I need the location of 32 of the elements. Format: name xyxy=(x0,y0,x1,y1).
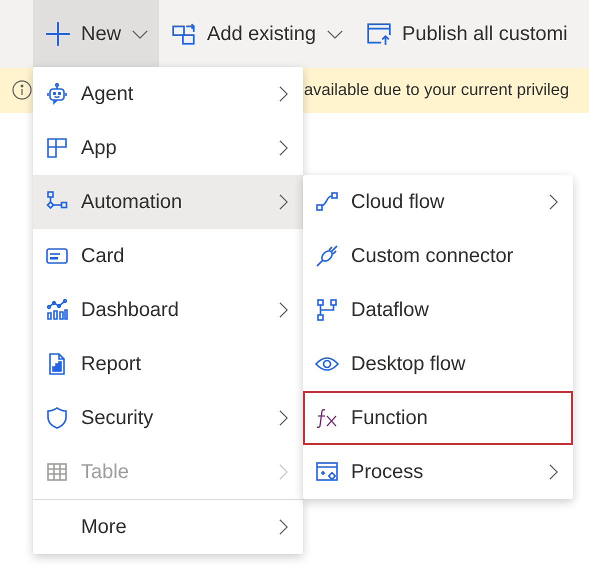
menu-item[interactable]: Report xyxy=(33,337,303,391)
dataflow-icon xyxy=(315,298,339,322)
plug-icon xyxy=(315,244,339,268)
add-existing-icon xyxy=(171,21,198,47)
menu-item[interactable]: Custom connector xyxy=(303,229,573,283)
banner-text: available due to your current privileg xyxy=(304,81,570,100)
menu-item[interactable]: Automation xyxy=(33,175,303,229)
chart-icon xyxy=(45,298,69,322)
toolbar-button[interactable]: Add existing xyxy=(159,0,354,68)
toolbar-button[interactable]: Publish all customi xyxy=(354,0,578,68)
table-icon xyxy=(45,460,69,484)
publish-icon xyxy=(366,21,392,47)
robot-icon xyxy=(45,82,69,106)
info-icon xyxy=(12,80,32,100)
plus-icon xyxy=(45,21,71,47)
flow-icon xyxy=(315,190,339,214)
settings-window-icon xyxy=(315,460,339,484)
menu-item[interactable]: Function xyxy=(303,391,573,445)
menu-item[interactable]: Process xyxy=(303,445,573,499)
menu-item[interactable]: Security xyxy=(33,391,303,445)
toolbar-button[interactable]: New xyxy=(33,0,160,68)
menu-item[interactable]: Card xyxy=(33,229,303,283)
menu-item[interactable]: Desktop flow xyxy=(303,337,573,391)
menu-item[interactable]: More xyxy=(33,500,303,554)
menu-item[interactable]: Agent xyxy=(33,67,303,121)
menu-item[interactable]: Dataflow xyxy=(303,283,573,337)
menu-item[interactable]: Cloud flow xyxy=(303,175,573,229)
function-icon xyxy=(315,406,339,430)
shield-icon xyxy=(45,406,69,430)
menu-item[interactable]: Dashboard xyxy=(33,283,303,337)
menu-item[interactable]: App xyxy=(33,121,303,175)
grid-icon xyxy=(45,136,69,160)
